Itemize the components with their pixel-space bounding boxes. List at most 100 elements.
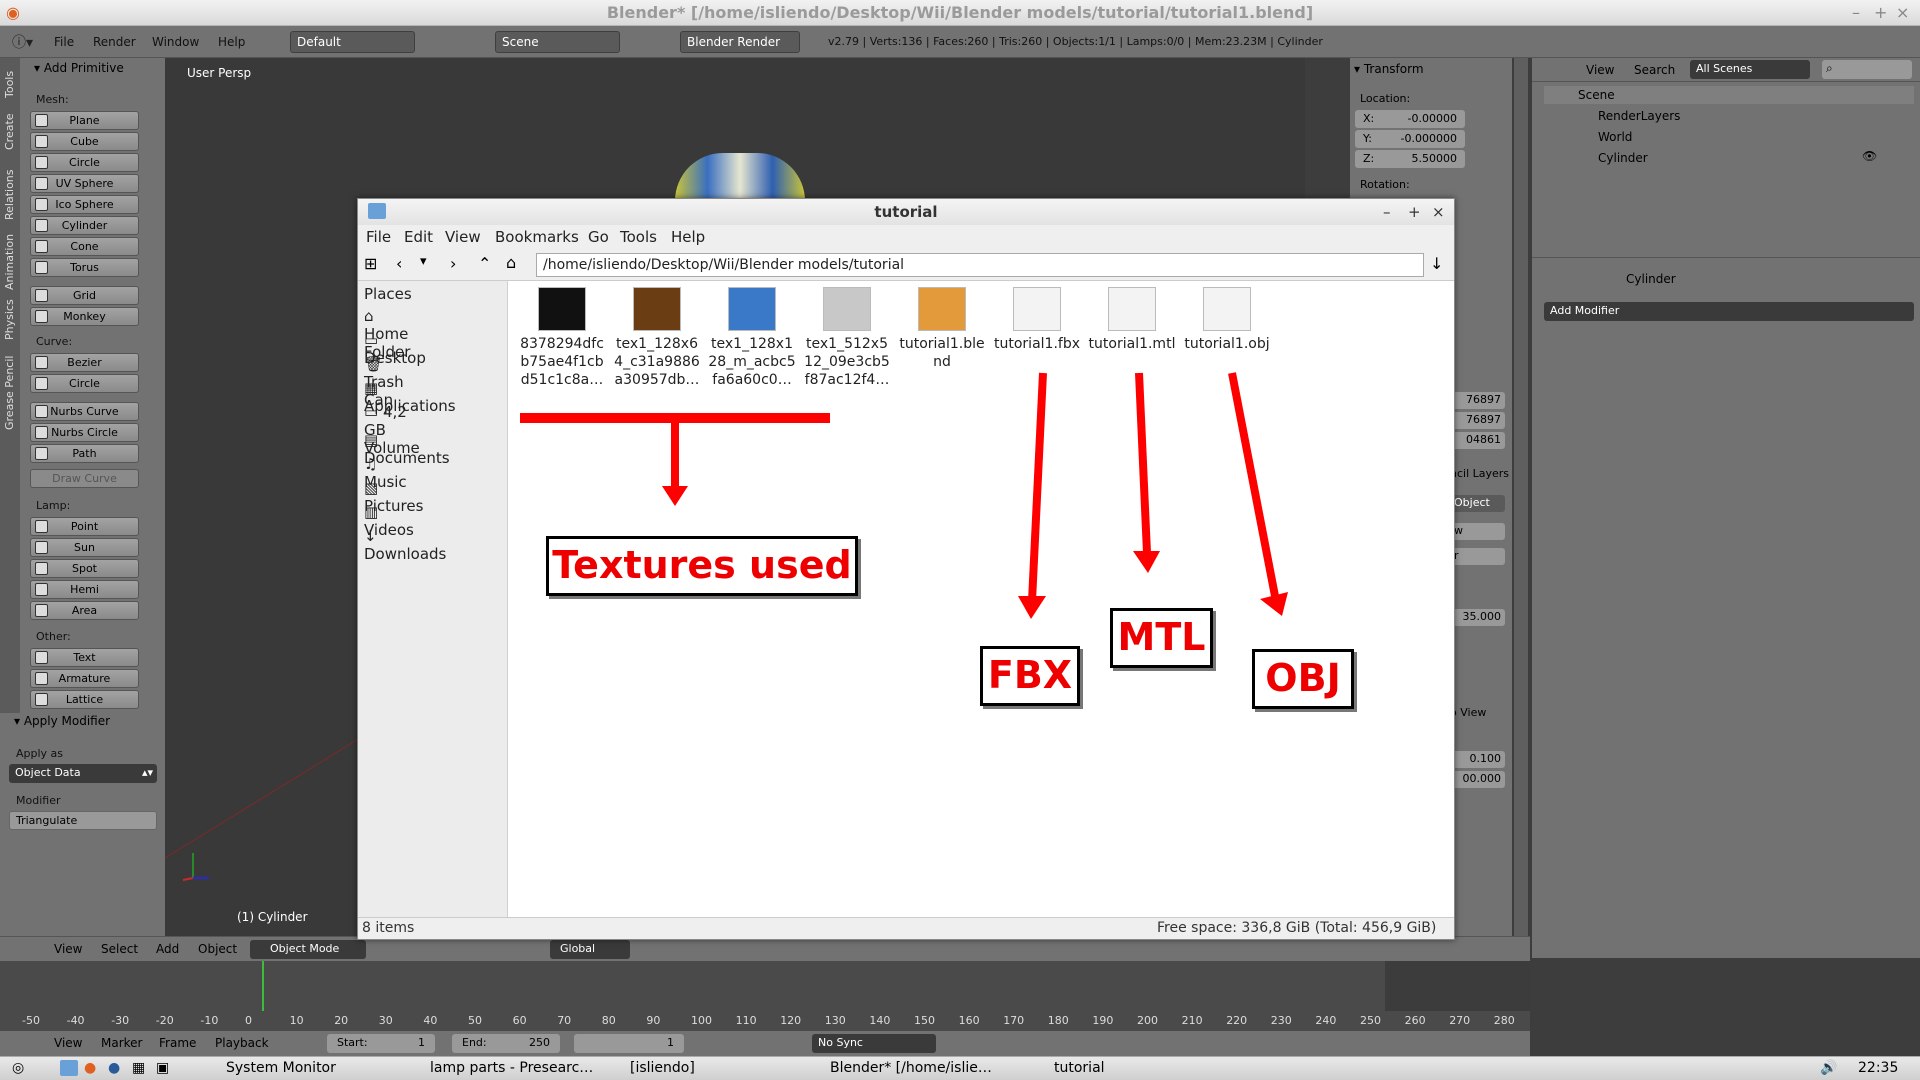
mesh-plane-button[interactable]: Plane xyxy=(30,111,139,130)
mode-select[interactable]: Object Mode xyxy=(250,940,366,959)
timeline[interactable]: -50 -40 -30 -20 -10 0 10 20 30 40 50 60 70 80 90 100 110… xyxy=(0,961,1530,1031)
layout-selector[interactable]: Default xyxy=(290,31,415,53)
up-icon[interactable]: ⌃ xyxy=(478,254,491,273)
fm-close-icon[interactable]: × xyxy=(1432,199,1445,225)
mesh-grid-button[interactable]: Grid xyxy=(30,286,139,305)
vp-menu-view[interactable]: View xyxy=(54,942,82,956)
firefox-launcher-icon[interactable]: ● xyxy=(84,1060,96,1076)
tl-menu-playback[interactable]: Playback xyxy=(215,1036,269,1050)
value-field-3[interactable]: 04861 xyxy=(1450,432,1505,449)
place-downloads[interactable]: ↓ Downloads xyxy=(364,527,446,563)
tab-physics[interactable]: Physics xyxy=(3,299,16,340)
curve-bezier-button[interactable]: Bezier xyxy=(30,353,139,372)
mesh-cone-button[interactable]: Cone xyxy=(30,237,139,256)
home-icon[interactable]: ⌂ xyxy=(506,253,516,272)
places-label[interactable]: Places xyxy=(364,285,412,303)
go-icon[interactable]: ↓ xyxy=(1430,254,1443,273)
browser-launcher-icon[interactable]: ● xyxy=(108,1060,120,1076)
apply-as-select[interactable]: Object Data ▴▾ xyxy=(9,764,157,783)
other-armature-button[interactable]: Armature xyxy=(30,669,139,688)
transform-header[interactable]: ▾ Transform xyxy=(1354,62,1424,76)
volume-icon[interactable]: 🔊 xyxy=(1820,1060,1837,1076)
outliner-item-cylinder[interactable]: Cylinder xyxy=(1598,151,1648,165)
close-icon[interactable]: × xyxy=(1896,0,1909,26)
location-x-field[interactable]: X: -0.00000 xyxy=(1355,110,1465,128)
task-blender[interactable]: Blender* [/home/islie… xyxy=(830,1060,1020,1076)
maximize-icon[interactable]: + xyxy=(1874,0,1887,26)
vp-menu-object[interactable]: Object xyxy=(198,942,237,956)
other-lattice-button[interactable]: Lattice xyxy=(30,690,139,709)
menu-help[interactable]: Help xyxy=(218,35,245,49)
tab-relations[interactable]: Relations xyxy=(3,169,16,220)
tab-create[interactable]: Create xyxy=(3,113,16,150)
lamp-area-button[interactable]: Area xyxy=(30,601,139,620)
fm-menu-view[interactable]: View xyxy=(445,228,481,246)
add-primitive-header[interactable]: ▾ Add Primitive xyxy=(34,61,124,75)
fm-minimize-icon[interactable]: – xyxy=(1383,199,1391,225)
mesh-ico-sphere-button[interactable]: Ico Sphere xyxy=(30,195,139,214)
fm-maximize-icon[interactable]: + xyxy=(1408,199,1421,225)
location-z-field[interactable]: Z: 5.50000 xyxy=(1355,150,1465,168)
add-modifier-select[interactable]: Add Modifier xyxy=(1544,302,1914,321)
object-button[interactable]: Object xyxy=(1450,495,1505,512)
curve-nurbs-curve-button[interactable]: Nurbs Curve xyxy=(30,402,139,421)
history-icon[interactable]: ▾ xyxy=(420,254,427,269)
current-frame-marker[interactable] xyxy=(262,961,264,1011)
tab-grease-pencil[interactable]: Grease Pencil xyxy=(3,356,16,430)
lamp-point-button[interactable]: Point xyxy=(30,517,139,536)
fm-menu-bookmarks[interactable]: Bookmarks xyxy=(495,228,579,246)
task-lamp-parts[interactable]: lamp parts - Presearc… xyxy=(430,1060,620,1076)
orientation-select[interactable]: Global xyxy=(550,940,630,959)
forward-icon[interactable]: › xyxy=(450,254,456,273)
mesh-cube-button[interactable]: Cube xyxy=(30,132,139,151)
fm-path-input[interactable]: /home/isliendo/Desktop/Wii/Blender model… xyxy=(536,253,1424,277)
fm-menu-edit[interactable]: Edit xyxy=(404,228,433,246)
value-field-1[interactable]: 76897 xyxy=(1450,392,1505,409)
start-frame-field[interactable]: Start: 1 xyxy=(327,1034,435,1053)
value-field-6[interactable]: 00.000 xyxy=(1450,771,1505,788)
task-tutorial[interactable]: tutorial xyxy=(1054,1060,1154,1076)
outliner-menu-search[interactable]: Search xyxy=(1634,63,1675,77)
mesh-monkey-button[interactable]: Monkey xyxy=(30,307,139,326)
tab-tools[interactable]: Tools xyxy=(3,71,16,98)
start-menu-icon[interactable]: ◎ xyxy=(12,1060,24,1076)
end-frame-field[interactable]: End: 250 xyxy=(452,1034,560,1053)
mesh-circle-button[interactable]: Circle xyxy=(30,153,139,172)
fm-menu-tools[interactable]: Tools xyxy=(620,228,657,246)
vp-menu-add[interactable]: Add xyxy=(156,942,179,956)
mesh-uv-sphere-button[interactable]: UV Sphere xyxy=(30,174,139,193)
minimize-icon[interactable]: – xyxy=(1852,0,1860,26)
tl-menu-marker[interactable]: Marker xyxy=(101,1036,142,1050)
fm-menu-go[interactable]: Go xyxy=(588,228,609,246)
back-icon[interactable]: ‹ xyxy=(396,254,402,273)
outliner-item-renderlayers[interactable]: RenderLayers xyxy=(1598,109,1680,123)
modifier-field[interactable]: Triangulate xyxy=(9,811,157,830)
tl-menu-view[interactable]: View xyxy=(54,1036,82,1050)
outliner-menu-view[interactable]: View xyxy=(1586,63,1614,77)
terminal-launcher-icon[interactable]: ▣ xyxy=(156,1060,169,1076)
panel-scrollbar[interactable] xyxy=(1514,58,1528,958)
lamp-spot-button[interactable]: Spot xyxy=(30,559,139,578)
value-field-2[interactable]: 76897 xyxy=(1450,412,1505,429)
other-text-button[interactable]: Text xyxy=(30,648,139,667)
curve-path-button[interactable]: Path xyxy=(30,444,139,463)
vp-menu-select[interactable]: Select xyxy=(101,942,138,956)
task-system-monitor[interactable]: System Monitor xyxy=(226,1060,374,1076)
sync-select[interactable]: No Sync xyxy=(812,1034,936,1053)
tl-menu-frame[interactable]: Frame xyxy=(159,1036,196,1050)
files-launcher-icon[interactable] xyxy=(60,1060,78,1076)
curve-nurbs-circle-button[interactable]: Nurbs Circle xyxy=(30,423,139,442)
current-frame-field[interactable]: 1 xyxy=(574,1034,684,1053)
value-field-5[interactable]: 0.100 xyxy=(1450,751,1505,768)
menu-file[interactable]: File xyxy=(54,35,74,49)
value-field-4[interactable]: 35.000 xyxy=(1450,609,1505,626)
task-isliendo[interactable]: [isliendo] xyxy=(630,1060,730,1076)
render-engine-selector[interactable]: Blender Render xyxy=(680,31,800,53)
fm-file-view[interactable]: tutorial1.obj tutorial1.mtl tutorial1.fbx t… xyxy=(510,281,1454,917)
menu-render[interactable]: Render xyxy=(93,35,136,49)
scene-selector[interactable]: Scene xyxy=(495,31,620,53)
lamp-sun-button[interactable]: Sun xyxy=(30,538,139,557)
outliner-item-world[interactable]: World xyxy=(1598,130,1632,144)
outliner-filter-select[interactable]: All Scenes xyxy=(1690,60,1810,79)
outliner-item-scene[interactable]: Scene xyxy=(1578,88,1615,102)
